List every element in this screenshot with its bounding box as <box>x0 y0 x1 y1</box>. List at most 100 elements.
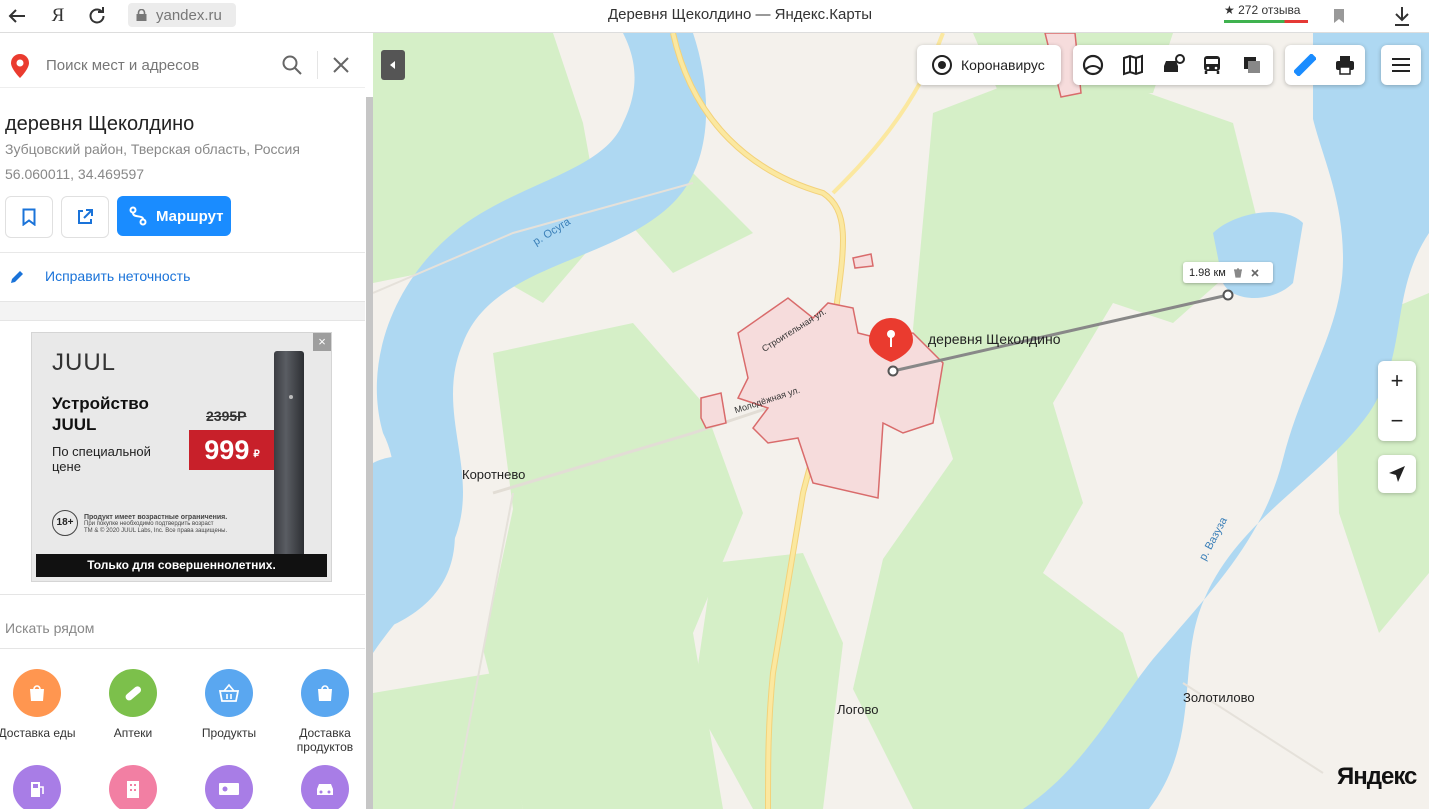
bus-icon[interactable] <box>1201 54 1223 76</box>
shopping-bag-icon <box>13 669 61 717</box>
search-bar <box>0 41 365 88</box>
print-icon[interactable] <box>1334 54 1356 76</box>
category-label: Доставка продуктов <box>296 726 354 754</box>
village-label: Коротнево <box>462 467 526 482</box>
village-label: Логово <box>837 702 879 717</box>
basket-icon <box>205 669 253 717</box>
ad-age-badge: 18+ <box>52 510 78 536</box>
address-bar[interactable]: yandex.ru <box>128 3 236 27</box>
search-input[interactable] <box>44 53 268 77</box>
reviews-text: ★ 272 отзыва <box>1224 3 1301 17</box>
ad-brand-logo: JUUL <box>52 349 117 376</box>
place-title: деревня Щеколдино <box>5 113 195 135</box>
village-label: Золотилово <box>1183 690 1255 705</box>
layers-toolbar <box>1073 45 1273 85</box>
place-subtitle: Зубцовский район, Тверская область, Росс… <box>5 141 300 157</box>
bookmark-button[interactable] <box>5 196 53 238</box>
divider <box>317 51 318 79</box>
ad-footer: Только для совершеннолетних. <box>36 554 327 577</box>
fix-inaccuracy-label: Исправить неточность <box>45 268 191 284</box>
route-label: Маршрут <box>156 207 224 225</box>
panorama-icon[interactable] <box>1082 54 1104 76</box>
category-hotels[interactable] <box>85 765 181 809</box>
zoom-in-button[interactable]: + <box>1378 361 1416 401</box>
close-icon[interactable] <box>1250 268 1260 278</box>
ad-price-badge: 999 ₽ <box>189 430 275 470</box>
close-icon[interactable] <box>330 54 352 76</box>
category-food-delivery[interactable]: Доставка еды <box>0 669 85 740</box>
lock-icon <box>136 9 147 21</box>
ad-old-price: 2395Р <box>206 408 247 424</box>
category-grocery-delivery[interactable]: Доставка продуктов <box>277 669 373 754</box>
zoom-out-button[interactable]: − <box>1378 401 1416 441</box>
ad-legal-text: Продукт имеет возрастные ограничения. Пр… <box>84 514 274 535</box>
ad-legal-bold: Продукт имеет возрастные ограничения. <box>84 514 228 521</box>
tools-toolbar <box>1285 45 1365 85</box>
ad-headline: Устройство JUUL <box>52 394 149 434</box>
search-icon[interactable] <box>281 54 303 76</box>
browser-toolbar: Я yandex.ru Деревня Щеколдино — Яндекс.К… <box>0 0 1429 33</box>
satellite-layer-icon[interactable] <box>1241 54 1263 76</box>
map-pin-icon <box>11 54 29 78</box>
share-button[interactable] <box>61 196 109 238</box>
hotel-icon <box>109 765 157 809</box>
category-label: Аптеки <box>113 726 153 740</box>
category-label: Продукты <box>201 726 257 740</box>
bookmark-icon[interactable] <box>1327 4 1351 28</box>
category-groceries[interactable]: Продукты <box>181 669 277 740</box>
map-canvas[interactable]: Коронавирус + − деревня Щеколдино 1.98 к… <box>373 33 1429 809</box>
reviews-badge[interactable]: ★ 272 отзыва <box>1224 3 1308 23</box>
ad-legal-line-2: ТМ & © 2020 JUUL Labs, Inc. Все права за… <box>84 528 228 534</box>
shopping-bag-icon <box>301 669 349 717</box>
geolocation-button[interactable] <box>1378 455 1416 493</box>
divider <box>0 594 365 595</box>
yandex-logo-text: Яндекс <box>1337 763 1417 790</box>
back-arrow-icon[interactable] <box>5 4 29 28</box>
trash-icon[interactable] <box>1233 267 1243 278</box>
download-icon[interactable] <box>1390 4 1414 28</box>
divider <box>0 252 365 253</box>
category-atm[interactable] <box>181 765 277 809</box>
place-coordinates[interactable]: 56.060011, 34.469597 <box>5 166 144 182</box>
divider <box>0 648 365 649</box>
yandex-logo[interactable]: Яндекс <box>1337 763 1417 791</box>
page-title: Деревня Щеколдино — Яндекс.Карты <box>607 6 873 23</box>
bookmark-icon <box>22 208 36 226</box>
ad-legal-line-1: При покупке необходимо подтвердить возра… <box>84 521 214 527</box>
ad-currency: ₽ <box>253 448 260 460</box>
route-button[interactable]: Маршрут <box>117 196 231 236</box>
url-text: yandex.ru <box>156 6 222 24</box>
ad-close-button[interactable]: × <box>313 333 331 351</box>
pencil-icon <box>11 271 23 283</box>
target-icon <box>932 55 952 75</box>
ad-subline: По специальной цене <box>52 444 151 474</box>
chevron-left-icon <box>390 61 395 69</box>
yandex-browser-icon[interactable]: Я <box>46 4 70 28</box>
atm-icon <box>205 765 253 809</box>
advertisement-banner[interactable]: × JUUL Устройство JUUL По специальной це… <box>31 332 332 582</box>
sidebar-scrollbar[interactable] <box>366 97 373 809</box>
hamburger-icon <box>1392 58 1410 72</box>
fuel-icon <box>13 765 61 809</box>
menu-button[interactable] <box>1381 45 1421 85</box>
map-layers-icon[interactable] <box>1122 54 1144 76</box>
nearby-heading: Искать рядом <box>5 620 95 636</box>
collapse-sidebar-button[interactable] <box>381 50 405 80</box>
ruler-distance-label: 1.98 км <box>1183 262 1273 283</box>
car-service-icon <box>301 765 349 809</box>
zoom-controls: + − <box>1378 361 1416 441</box>
fix-inaccuracy-link[interactable]: Исправить неточность <box>0 265 365 291</box>
ad-product-image <box>274 351 304 559</box>
category-pharmacies[interactable]: Аптеки <box>85 669 181 740</box>
traffic-icon[interactable] <box>1161 54 1185 76</box>
sidebar-panel: деревня Щеколдино Зубцовский район, Твер… <box>0 33 373 809</box>
ad-price: 999 <box>204 434 250 465</box>
rating-bar <box>1224 20 1308 23</box>
coronavirus-button[interactable]: Коронавирус <box>917 45 1061 85</box>
reload-icon[interactable] <box>85 4 109 28</box>
category-fuel[interactable] <box>0 765 85 809</box>
ruler-icon[interactable] <box>1294 54 1316 76</box>
location-arrow-icon <box>1389 466 1405 482</box>
selected-place-label[interactable]: деревня Щеколдино <box>928 331 1061 347</box>
category-car-service[interactable] <box>277 765 373 809</box>
